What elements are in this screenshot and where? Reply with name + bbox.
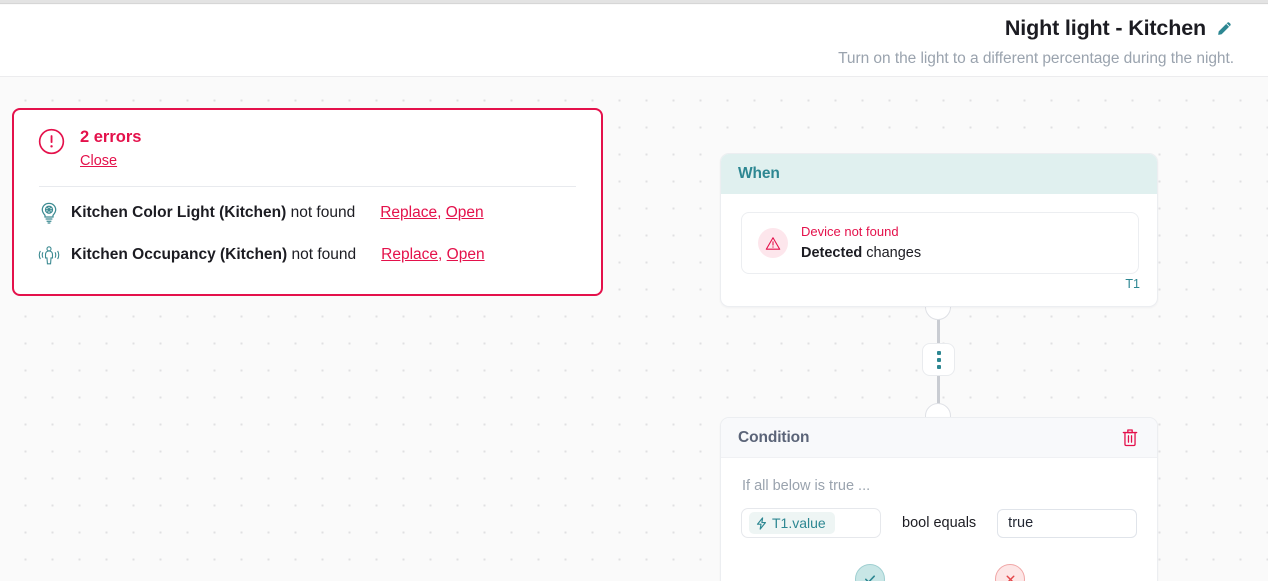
error-device-status: not found (292, 246, 357, 263)
condition-branches (741, 564, 1139, 581)
condition-row: T1.value bool equals true (741, 508, 1139, 538)
error-row-actions: Replace, Open (380, 204, 483, 222)
trigger-error-text: Device not found (801, 224, 921, 240)
dots-vertical-icon[interactable] (922, 343, 955, 376)
replace-link[interactable]: Replace (380, 204, 437, 221)
trigger-name-bold: Detected (801, 245, 862, 261)
trigger-texts: Device not found Detected changes (801, 224, 921, 261)
when-card-body: Device not found Detected changes T1 (721, 194, 1157, 290)
trigger-tag: T1 (1125, 277, 1140, 291)
error-device-text: Kitchen Color Light (Kitchen) not found (71, 204, 355, 222)
open-link[interactable]: Open (446, 204, 484, 221)
condition-card-body: If all below is true ... T1.value bo (721, 458, 1157, 581)
error-device-name: Kitchen Color Light (Kitchen) (71, 204, 286, 221)
when-card: When Device not found Detected changes (720, 153, 1158, 307)
errors-panel: 2 errors Close Kitchen Color L (12, 108, 603, 296)
condition-hint: If all below is true ... (742, 478, 1139, 494)
variable-chip[interactable]: T1.value (749, 512, 835, 534)
error-device-name: Kitchen Occupancy (Kitchen) (71, 246, 287, 263)
condition-card-title: Condition (738, 429, 809, 447)
page-subtitle: Turn on the light to a different percent… (838, 50, 1234, 68)
title-row: Night light - Kitchen (838, 13, 1234, 43)
window-top-rail (0, 0, 1268, 4)
condition-variable-field[interactable]: T1.value (741, 508, 881, 538)
condition-card-header: Condition (721, 418, 1157, 458)
error-circle-icon (38, 128, 65, 155)
branch-no[interactable] (995, 564, 1025, 581)
page-header: Night light - Kitchen Turn on the light … (0, 5, 1268, 77)
actions-separator: , (438, 246, 442, 263)
condition-operator: bool equals (902, 515, 976, 531)
occupancy-sensor-icon (38, 243, 60, 267)
errors-divider (39, 186, 576, 187)
when-card-title: When (738, 165, 780, 183)
replace-link[interactable]: Replace (381, 246, 438, 263)
header-title-block: Night light - Kitchen Turn on the light … (838, 13, 1234, 68)
open-link[interactable]: Open (447, 246, 485, 263)
page-title: Night light - Kitchen (1005, 16, 1206, 41)
flow-canvas[interactable]: 2 errors Close Kitchen Color L (0, 77, 1268, 581)
errors-close-link[interactable]: Close (80, 153, 117, 169)
actions-separator: , (437, 204, 441, 221)
trigger-name: Detected changes (801, 244, 921, 262)
condition-card: Condition If all below is true ... (720, 417, 1158, 581)
condition-value-input[interactable]: true (997, 509, 1137, 538)
trash-icon[interactable] (1119, 427, 1141, 449)
trigger-block[interactable]: Device not found Detected changes T1 (741, 212, 1139, 274)
branch-yes[interactable] (855, 564, 885, 581)
light-bulb-icon (38, 201, 60, 225)
variable-chip-label: T1.value (772, 515, 826, 531)
error-row: Kitchen Occupancy (Kitchen) not found Re… (36, 234, 579, 276)
automation-editor: Night light - Kitchen Turn on the light … (0, 0, 1268, 581)
errors-list: Kitchen Color Light (Kitchen) not found … (36, 192, 579, 276)
error-row-actions: Replace, Open (381, 246, 484, 264)
error-row: Kitchen Color Light (Kitchen) not found … (36, 192, 579, 234)
when-card-header: When (721, 154, 1157, 194)
pencil-icon[interactable] (1215, 19, 1234, 38)
error-device-status: not found (291, 204, 356, 221)
trigger-name-rest: changes (862, 245, 921, 261)
errors-summary: 2 errors Close (80, 126, 141, 170)
lightning-bolt-icon (756, 517, 767, 530)
error-count-label: 2 errors (80, 127, 141, 147)
warning-triangle-icon (758, 228, 788, 258)
errors-panel-header: 2 errors Close (36, 126, 579, 170)
error-device-text: Kitchen Occupancy (Kitchen) not found (71, 246, 356, 264)
